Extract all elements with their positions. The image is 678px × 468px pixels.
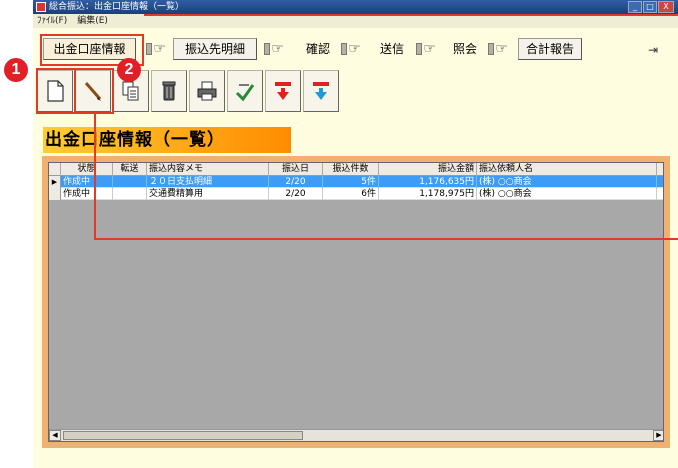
cell-status: 作成中 [61,188,113,200]
row-selector [49,188,61,200]
pointing-hand-icon: ☞ [336,40,366,58]
maximize-icon[interactable]: □ [643,1,657,13]
confirm-check-icon [235,84,255,102]
callout-badge-1: 1 [4,58,28,82]
column-header-status[interactable]: 状態 [61,163,113,176]
pointing-hand-icon: ☞ [259,40,289,58]
menu-bar: ﾌｧｲﾙ(F) 編集(E) [33,14,678,28]
cell-memo: 交通費精算用 [147,188,269,200]
confirm-button[interactable] [227,70,263,112]
step-total-report-button[interactable]: 合計報告 [518,38,582,60]
column-header-count[interactable]: 振込件数 [323,163,379,176]
window-title: 総合振込：出金口座情報（一覧） [49,2,185,12]
pointing-hand-icon: ☞ [411,40,441,58]
column-header-amount[interactable]: 振込金額 [379,163,477,176]
cell-client: (株) ○○商会 [477,176,657,188]
row-header-corner [49,163,61,176]
grid-header: 状態 転送 振込内容メモ 振込日 振込件数 振込金額 振込依頼人名 [49,163,663,176]
close-icon[interactable]: X [658,1,674,13]
callout-badge-2: 2 [117,58,141,82]
delete-button[interactable] [151,70,187,112]
delete-trash-icon [162,81,176,101]
menu-edit[interactable]: 編集(E) [77,14,108,28]
step-inquiry-button[interactable]: 照会 [446,38,484,60]
highlight-box-new-button [36,68,76,114]
cell-count: 5件 [323,176,379,188]
callout-line [144,14,678,16]
table-row[interactable]: 作成中 交通費精算用 2/20 6件 1,178,975円 (株) ○○商会 [49,188,663,200]
exit-door-icon[interactable]: ⇥ [648,42,664,58]
app-icon [36,2,46,12]
page-title: 出金口座情報（一覧） [43,127,291,153]
scroll-left-icon[interactable]: ◀ [49,430,61,441]
cell-client: (株) ○○商会 [477,188,657,200]
cell-date: 2/20 [269,188,323,200]
horizontal-scrollbar[interactable]: ◀ ▶ [49,429,663,441]
window-controls: _ □ X [628,1,674,13]
cell-transfer [113,176,147,188]
print-icon [197,81,217,101]
cell-transfer [113,188,147,200]
cell-count: 6件 [323,188,379,200]
scroll-thumb[interactable] [63,431,303,440]
minimize-icon[interactable]: _ [628,1,642,13]
menu-file[interactable]: ﾌｧｲﾙ(F) [37,14,67,28]
table-row[interactable]: ▶ 作成中 ２０日支払明細 2/20 5件 1,176,635円 (株) ○○商… [49,176,663,188]
column-header-client[interactable]: 振込依頼人名 [477,163,657,176]
column-header-memo[interactable]: 振込内容メモ [147,163,269,176]
pointing-hand-icon: ☞ [141,40,171,58]
title-bar: 総合振込：出金口座情報（一覧） _ □ X [33,0,678,14]
column-header-transfer[interactable]: 転送 [113,163,147,176]
callout-line [94,114,96,240]
step-confirm-button[interactable]: 確認 [298,38,338,60]
upload-button[interactable] [265,70,301,112]
cell-memo: ２０日支払明細 [147,176,269,188]
cell-amount: 1,178,975円 [379,188,477,200]
highlight-box-edit-button [74,68,114,114]
download-button[interactable] [303,70,339,112]
row-selector-arrow-icon: ▶ [49,176,61,188]
scroll-right-icon[interactable]: ▶ [653,430,663,441]
copy-icon [122,81,139,101]
account-grid[interactable]: 状態 転送 振込内容メモ 振込日 振込件数 振込金額 振込依頼人名 ▶ 作成中 … [48,162,664,442]
upload-red-icon [275,82,291,100]
cell-amount: 1,176,635円 [379,176,477,188]
pointing-hand-icon: ☞ [483,40,513,58]
column-header-date[interactable]: 振込日 [269,163,323,176]
step-payee-details-button[interactable]: 振込先明細 [173,38,257,60]
print-button[interactable] [189,70,225,112]
grid-frame: 状態 転送 振込内容メモ 振込日 振込件数 振込金額 振込依頼人名 ▶ 作成中 … [42,156,670,448]
callout-line [94,238,678,240]
cell-status: 作成中 [61,176,113,188]
cell-date: 2/20 [269,176,323,188]
step-send-button[interactable]: 送信 [373,38,411,60]
download-red-icon [313,82,329,100]
